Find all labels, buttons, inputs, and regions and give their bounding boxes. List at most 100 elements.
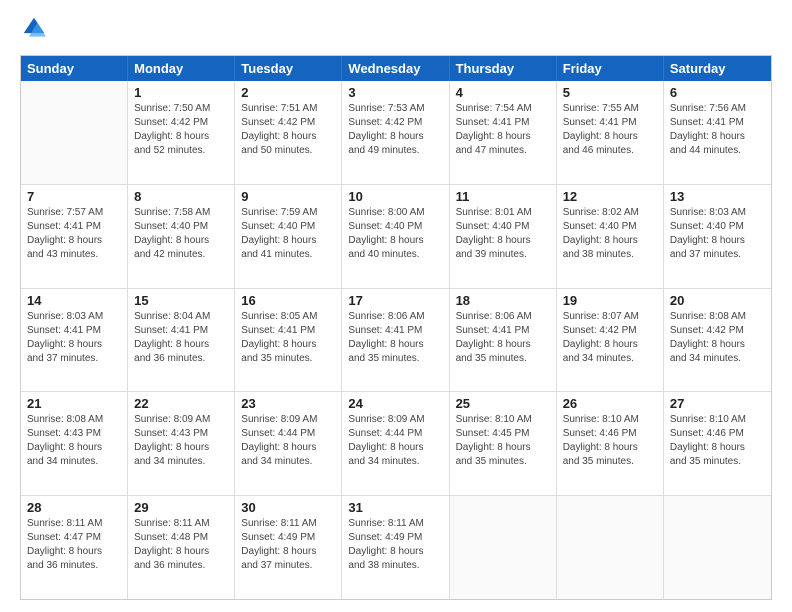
cell-info-line: Sunrise: 8:09 AM: [134, 413, 228, 427]
cell-info-line: Sunset: 4:40 PM: [456, 220, 550, 234]
cal-cell: 25Sunrise: 8:10 AMSunset: 4:45 PMDayligh…: [450, 392, 557, 495]
day-number: 30: [241, 500, 335, 515]
cal-cell: 21Sunrise: 8:08 AMSunset: 4:43 PMDayligh…: [21, 392, 128, 495]
cell-info-line: Sunrise: 8:08 AM: [670, 310, 765, 324]
cell-info-line: Daylight: 8 hours: [348, 441, 442, 455]
week-row-3: 14Sunrise: 8:03 AMSunset: 4:41 PMDayligh…: [21, 289, 771, 393]
day-number: 25: [456, 396, 550, 411]
cell-info-line: Daylight: 8 hours: [134, 130, 228, 144]
day-number: 5: [563, 85, 657, 100]
cell-info-line: and 36 minutes.: [27, 559, 121, 573]
day-number: 10: [348, 189, 442, 204]
week-row-1: 1Sunrise: 7:50 AMSunset: 4:42 PMDaylight…: [21, 81, 771, 185]
cell-info-line: and 38 minutes.: [563, 248, 657, 262]
cell-info-line: and 35 minutes.: [241, 352, 335, 366]
cell-info-line: and 37 minutes.: [670, 248, 765, 262]
cell-info-line: and 34 minutes.: [348, 455, 442, 469]
cell-info-line: Sunset: 4:49 PM: [348, 531, 442, 545]
cell-info-line: and 42 minutes.: [134, 248, 228, 262]
day-number: 27: [670, 396, 765, 411]
cell-info-line: Sunrise: 8:11 AM: [134, 517, 228, 531]
cell-info-line: and 34 minutes.: [670, 352, 765, 366]
cell-info-line: Sunset: 4:42 PM: [241, 116, 335, 130]
cell-info-line: Daylight: 8 hours: [348, 130, 442, 144]
logo: [20, 16, 46, 45]
cell-info-line: and 34 minutes.: [241, 455, 335, 469]
cell-info-line: Sunset: 4:49 PM: [241, 531, 335, 545]
cal-cell: 11Sunrise: 8:01 AMSunset: 4:40 PMDayligh…: [450, 185, 557, 288]
cell-info-line: Sunset: 4:42 PM: [563, 324, 657, 338]
cal-cell: 10Sunrise: 8:00 AMSunset: 4:40 PMDayligh…: [342, 185, 449, 288]
cell-info-line: Daylight: 8 hours: [27, 441, 121, 455]
day-number: 24: [348, 396, 442, 411]
cell-info-line: Sunset: 4:42 PM: [134, 116, 228, 130]
cal-cell: [21, 81, 128, 184]
day-number: 3: [348, 85, 442, 100]
cell-info-line: Sunrise: 8:02 AM: [563, 206, 657, 220]
cell-info-line: Sunrise: 8:07 AM: [563, 310, 657, 324]
day-number: 28: [27, 500, 121, 515]
cell-info-line: Sunset: 4:40 PM: [563, 220, 657, 234]
header-day-sunday: Sunday: [21, 56, 128, 81]
cell-info-line: Sunset: 4:44 PM: [348, 427, 442, 441]
cell-info-line: Sunrise: 8:05 AM: [241, 310, 335, 324]
cal-cell: 4Sunrise: 7:54 AMSunset: 4:41 PMDaylight…: [450, 81, 557, 184]
header-day-tuesday: Tuesday: [235, 56, 342, 81]
cell-info-line: and 34 minutes.: [27, 455, 121, 469]
cell-info-line: Sunrise: 7:55 AM: [563, 102, 657, 116]
cell-info-line: Daylight: 8 hours: [241, 234, 335, 248]
cell-info-line: Daylight: 8 hours: [348, 234, 442, 248]
cal-cell: 17Sunrise: 8:06 AMSunset: 4:41 PMDayligh…: [342, 289, 449, 392]
calendar: SundayMondayTuesdayWednesdayThursdayFrid…: [20, 55, 772, 600]
cell-info-line: Sunrise: 8:03 AM: [670, 206, 765, 220]
logo-icon: [22, 16, 46, 40]
cell-info-line: Sunset: 4:41 PM: [27, 324, 121, 338]
cell-info-line: Sunset: 4:40 PM: [670, 220, 765, 234]
day-number: 26: [563, 396, 657, 411]
week-row-4: 21Sunrise: 8:08 AMSunset: 4:43 PMDayligh…: [21, 392, 771, 496]
cell-info-line: and 38 minutes.: [348, 559, 442, 573]
cell-info-line: Daylight: 8 hours: [134, 338, 228, 352]
header-day-thursday: Thursday: [450, 56, 557, 81]
cell-info-line: and 35 minutes.: [670, 455, 765, 469]
cell-info-line: Sunrise: 8:04 AM: [134, 310, 228, 324]
cell-info-line: Sunset: 4:41 PM: [134, 324, 228, 338]
cal-cell: 5Sunrise: 7:55 AMSunset: 4:41 PMDaylight…: [557, 81, 664, 184]
cell-info-line: and 41 minutes.: [241, 248, 335, 262]
cell-info-line: Daylight: 8 hours: [670, 441, 765, 455]
cell-info-line: Daylight: 8 hours: [456, 441, 550, 455]
cell-info-line: Sunset: 4:41 PM: [456, 324, 550, 338]
day-number: 1: [134, 85, 228, 100]
day-number: 19: [563, 293, 657, 308]
cell-info-line: Daylight: 8 hours: [134, 545, 228, 559]
cell-info-line: Sunset: 4:40 PM: [241, 220, 335, 234]
cal-cell: [557, 496, 664, 599]
cell-info-line: Sunset: 4:41 PM: [456, 116, 550, 130]
cal-cell: 30Sunrise: 8:11 AMSunset: 4:49 PMDayligh…: [235, 496, 342, 599]
cell-info-line: and 35 minutes.: [456, 455, 550, 469]
cell-info-line: Sunrise: 8:06 AM: [456, 310, 550, 324]
cell-info-line: and 37 minutes.: [241, 559, 335, 573]
week-row-2: 7Sunrise: 7:57 AMSunset: 4:41 PMDaylight…: [21, 185, 771, 289]
header-day-monday: Monday: [128, 56, 235, 81]
cal-cell: 18Sunrise: 8:06 AMSunset: 4:41 PMDayligh…: [450, 289, 557, 392]
day-number: 2: [241, 85, 335, 100]
cell-info-line: Daylight: 8 hours: [670, 338, 765, 352]
cell-info-line: Sunrise: 8:01 AM: [456, 206, 550, 220]
cell-info-line: and 43 minutes.: [27, 248, 121, 262]
cell-info-line: Daylight: 8 hours: [241, 441, 335, 455]
cell-info-line: and 46 minutes.: [563, 144, 657, 158]
cell-info-line: Sunset: 4:46 PM: [563, 427, 657, 441]
cell-info-line: Sunrise: 7:56 AM: [670, 102, 765, 116]
day-number: 15: [134, 293, 228, 308]
day-number: 18: [456, 293, 550, 308]
day-number: 12: [563, 189, 657, 204]
cell-info-line: Sunset: 4:41 PM: [563, 116, 657, 130]
cell-info-line: Sunset: 4:46 PM: [670, 427, 765, 441]
cell-info-line: Daylight: 8 hours: [670, 234, 765, 248]
cell-info-line: Sunset: 4:42 PM: [348, 116, 442, 130]
cal-cell: 16Sunrise: 8:05 AMSunset: 4:41 PMDayligh…: [235, 289, 342, 392]
cell-info-line: Daylight: 8 hours: [563, 338, 657, 352]
cell-info-line: Daylight: 8 hours: [134, 441, 228, 455]
cell-info-line: and 47 minutes.: [456, 144, 550, 158]
